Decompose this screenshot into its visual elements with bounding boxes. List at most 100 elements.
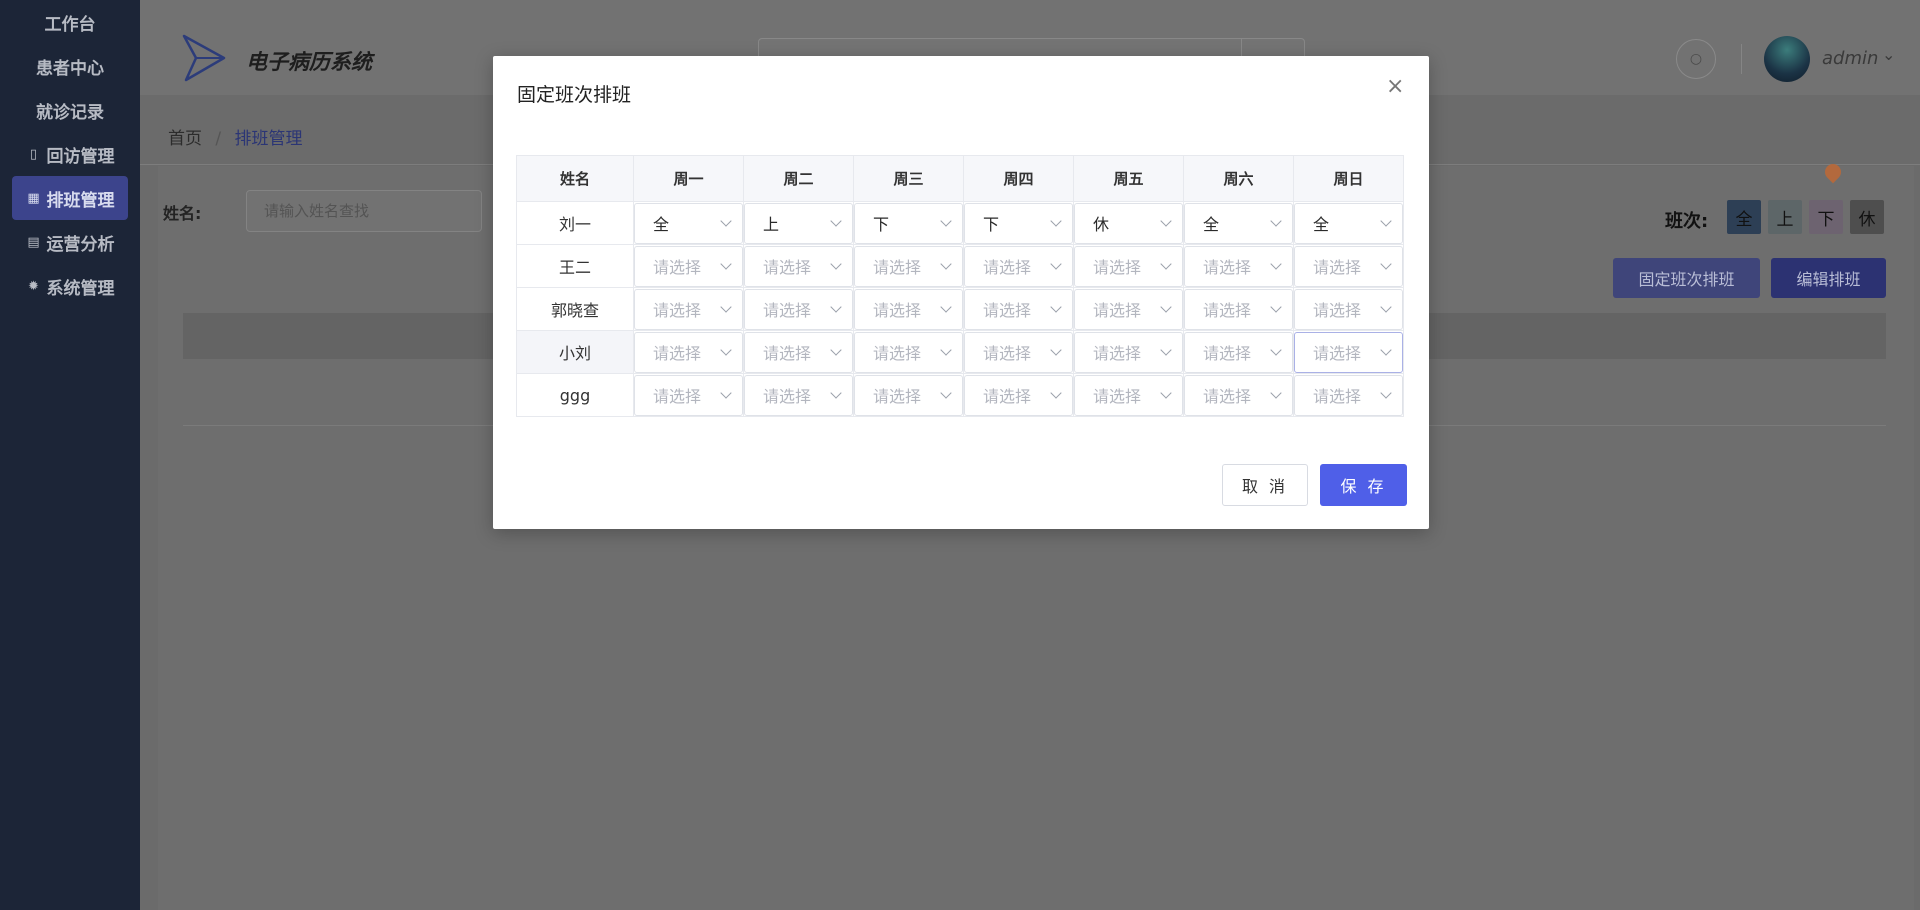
shift-select-value: 请选择 <box>653 258 702 277</box>
shift-select[interactable]: 请选择 <box>1294 245 1403 287</box>
name-filter-label: 姓名: <box>163 204 202 223</box>
shift-select-value: 请选择 <box>983 344 1032 363</box>
logo-icon <box>182 34 226 82</box>
sidebar-item-workbench[interactable]: 工作台 <box>0 0 140 44</box>
shift-select-value: 请选择 <box>1203 301 1252 320</box>
shift-select[interactable]: 请选择 <box>634 288 743 330</box>
shift-select[interactable]: 请选择 <box>1184 288 1293 330</box>
shift-select-value: 请选择 <box>1313 258 1362 277</box>
shift-cell: 请选择 <box>1073 244 1184 288</box>
edit-schedule-button[interactable]: 编辑排班 <box>1771 258 1886 298</box>
chevron-down-icon <box>720 214 732 227</box>
shift-legend-rest: 休 <box>1850 200 1884 234</box>
sidebar-item-patient-center[interactable]: 患者中心 <box>0 44 140 88</box>
chevron-down-icon[interactable]: ⌄ <box>1882 45 1895 64</box>
shift-select[interactable]: 全 <box>1184 202 1293 244</box>
shift-select[interactable]: 请选择 <box>744 331 853 373</box>
shift-select[interactable]: 请选择 <box>1184 245 1293 287</box>
shift-select-value: 请选择 <box>1203 344 1252 363</box>
cancel-button[interactable]: 取 消 <box>1222 464 1308 506</box>
shift-select[interactable]: 请选择 <box>964 288 1073 330</box>
shift-select[interactable]: 请选择 <box>744 245 853 287</box>
close-icon[interactable]: × <box>1386 76 1404 98</box>
header-divider <box>1741 44 1742 74</box>
shift-cell: 全 <box>1183 201 1294 245</box>
table-header-row: 姓名 周一 周二 周三 周四 周五 周六 周日 <box>516 155 1404 202</box>
chevron-down-icon <box>830 300 842 313</box>
sidebar-item-label: 系统管理 <box>46 278 115 299</box>
chevron-down-icon <box>1160 343 1172 356</box>
chevron-down-icon <box>1050 386 1062 399</box>
chevron-down-icon <box>720 300 732 313</box>
name-search-input[interactable]: 请输入姓名查找 <box>246 190 482 232</box>
shift-cell: 请选择 <box>1293 373 1404 417</box>
shift-select[interactable]: 请选择 <box>1294 288 1403 330</box>
sidebar-item-visit-records[interactable]: 就诊记录 <box>0 88 140 132</box>
shift-select[interactable]: 请选择 <box>1294 374 1403 416</box>
sidebar-item-follow-up[interactable]: ▯ 回访管理 <box>0 132 140 176</box>
shift-select[interactable]: 请选择 <box>964 245 1073 287</box>
shift-select-value: 请选择 <box>763 344 812 363</box>
shift-select-value: 请选择 <box>1093 387 1142 406</box>
shift-cell: 请选择 <box>963 244 1074 288</box>
shift-select[interactable]: 请选择 <box>854 374 963 416</box>
shift-select[interactable]: 休 <box>1074 202 1183 244</box>
shift-select[interactable]: 请选择 <box>854 245 963 287</box>
shift-cell: 请选择 <box>1293 287 1404 331</box>
shift-select-value: 请选择 <box>653 344 702 363</box>
shift-select[interactable]: 请选择 <box>744 374 853 416</box>
shift-select[interactable]: 请选择 <box>634 374 743 416</box>
shift-cell: 请选择 <box>633 244 744 288</box>
save-button[interactable]: 保 存 <box>1320 464 1407 506</box>
shift-select[interactable]: 下 <box>854 202 963 244</box>
sidebar-item-system[interactable]: ✹ 系统管理 <box>0 264 140 308</box>
avatar[interactable] <box>1764 36 1810 82</box>
shift-select[interactable]: 全 <box>1294 202 1403 244</box>
shift-select[interactable]: 请选择 <box>964 374 1073 416</box>
shift-select[interactable]: 上 <box>744 202 853 244</box>
shift-cell: 请选择 <box>1183 287 1294 331</box>
shift-select[interactable]: 全 <box>634 202 743 244</box>
shift-select[interactable]: 请选择 <box>1074 288 1183 330</box>
shift-select[interactable]: 请选择 <box>1294 331 1403 373</box>
shift-select[interactable]: 请选择 <box>1074 374 1183 416</box>
table-row: 刘一全上下下休全全 <box>516 201 1404 245</box>
shift-select[interactable]: 请选择 <box>634 331 743 373</box>
breadcrumb-home[interactable]: 首页 <box>168 129 202 149</box>
chevron-down-icon <box>1380 300 1392 313</box>
sidebar-item-scheduling[interactable]: ▦ 排班管理 <box>12 176 128 220</box>
chevron-down-icon <box>830 343 842 356</box>
user-name[interactable]: admin <box>1822 48 1878 69</box>
shift-select-value: 全 <box>653 215 670 234</box>
shift-cell: 请选择 <box>963 330 1074 374</box>
shift-select[interactable]: 下 <box>964 202 1073 244</box>
shift-select-value: 请选择 <box>763 258 812 277</box>
shift-select[interactable]: 请选择 <box>1074 331 1183 373</box>
chevron-down-icon <box>1270 386 1282 399</box>
sidebar-item-operations[interactable]: ▤ 运营分析 <box>0 220 140 264</box>
shift-select[interactable]: 请选择 <box>744 288 853 330</box>
shift-select-value: 请选择 <box>763 301 812 320</box>
chevron-down-icon <box>1380 257 1392 270</box>
chevron-down-icon <box>830 214 842 227</box>
shift-select[interactable]: 请选择 <box>634 245 743 287</box>
chevron-down-icon <box>1160 300 1172 313</box>
dialog-title: 固定班次排班 <box>517 84 632 106</box>
shift-select[interactable]: 请选择 <box>854 331 963 373</box>
shift-select-value: 请选择 <box>873 387 922 406</box>
staff-name: 王二 <box>516 244 634 288</box>
shift-select[interactable]: 请选择 <box>854 288 963 330</box>
shift-select[interactable]: 请选择 <box>964 331 1073 373</box>
sidebar-item-label: 排班管理 <box>46 190 115 211</box>
shift-select[interactable]: 请选择 <box>1184 374 1293 416</box>
shift-cell: 请选择 <box>743 330 854 374</box>
table-row: 王二 请选择 请选择 请选择 请选择 请选择 请选择 请选择 <box>516 244 1404 288</box>
shift-select[interactable]: 请选择 <box>1184 331 1293 373</box>
shift-legend-morning: 上 <box>1768 200 1802 234</box>
shift-cell: 请选择 <box>853 373 964 417</box>
shift-cell: 请选择 <box>1073 330 1184 374</box>
bell-icon[interactable]: ○ <box>1676 39 1716 79</box>
fixed-schedule-button[interactable]: 固定班次排班 <box>1613 258 1760 298</box>
chevron-down-icon <box>940 214 952 227</box>
shift-select[interactable]: 请选择 <box>1074 245 1183 287</box>
